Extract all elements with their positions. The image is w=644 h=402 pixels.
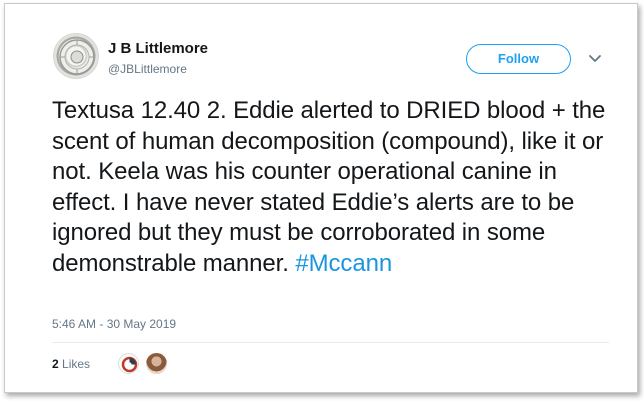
likes-stat[interactable]: 2 Likes [52,357,90,371]
user-handle[interactable]: @JBLittlemore [108,62,187,76]
liker-avatar[interactable] [118,353,139,374]
tweet-timestamp[interactable]: 5:46 AM - 30 May 2019 [52,317,176,331]
tweet-text: Textusa 12.40 2. Eddie alerted to DRIED … [52,96,612,279]
chevron-down-icon[interactable] [587,50,603,66]
avatar[interactable] [53,33,99,79]
tweet-card: J B Littlemore @JBLittlemore Follow Text… [4,3,638,393]
display-name[interactable]: J B Littlemore [108,40,208,57]
likes-label: Likes [62,357,91,371]
hashtag-link[interactable]: #Mccann [295,250,392,277]
follow-button[interactable]: Follow [466,44,571,74]
liker-avatar[interactable] [146,353,167,374]
likes-count: 2 [52,357,59,371]
liker-logo-icon [121,356,138,373]
avatar-emblem-icon [59,39,95,75]
divider [52,342,609,343]
